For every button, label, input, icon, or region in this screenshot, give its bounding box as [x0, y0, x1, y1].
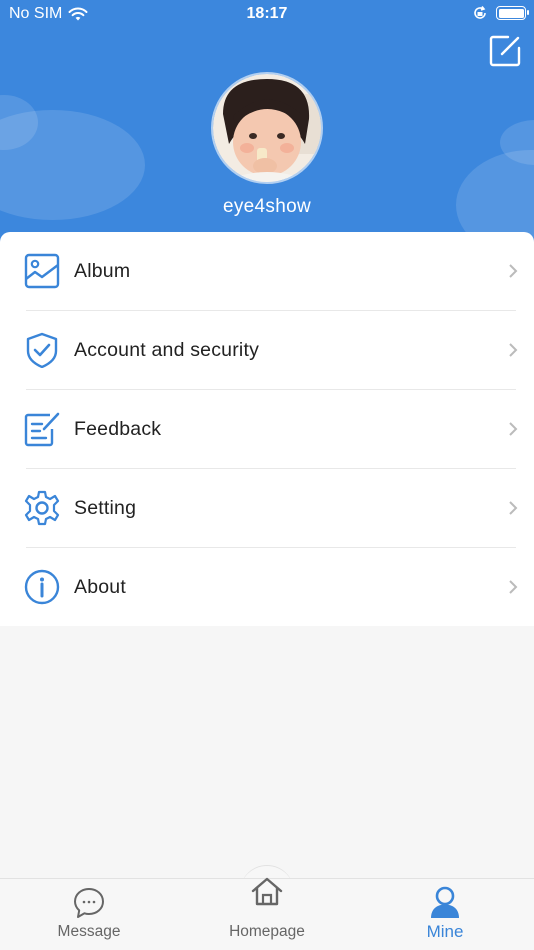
menu-item-label: About [74, 576, 126, 598]
tab-message[interactable]: Message [0, 879, 178, 950]
menu-item-album[interactable]: Album [0, 232, 534, 310]
menu-item-label: Setting [74, 497, 137, 519]
menu-item-label: Account and security [74, 339, 260, 361]
menu-item-account-security[interactable]: Account and security [0, 311, 534, 389]
chevron-right-icon [509, 501, 518, 515]
menu-list: Album Account and security Feedback Sett… [0, 232, 534, 626]
menu-item-label: Album [74, 260, 131, 282]
menu-item-setting[interactable]: Setting [0, 469, 534, 547]
shield-check-icon [26, 332, 58, 368]
edit-profile-icon[interactable] [488, 34, 522, 68]
tab-label: Message [57, 923, 121, 940]
tab-bar: Message Homepage Mine [0, 877, 534, 950]
album-icon [24, 253, 60, 289]
home-icon [251, 877, 283, 906]
chevron-right-icon [509, 580, 518, 594]
clock: 18:17 [246, 5, 288, 22]
person-icon [431, 886, 459, 918]
chat-bubble-icon [74, 888, 104, 918]
avatar[interactable] [211, 72, 323, 184]
menu-item-label: Feedback [74, 418, 162, 440]
battery-icon [496, 6, 529, 20]
menu-item-about[interactable]: About [0, 548, 534, 626]
feedback-icon [24, 412, 60, 447]
tab-mine[interactable]: Mine [356, 879, 534, 950]
username: eye4show [223, 196, 311, 217]
chevron-right-icon [509, 422, 518, 436]
tab-label: Mine [426, 922, 464, 941]
chevron-right-icon [509, 264, 518, 278]
status-bar: No SIM 18:17 [0, 0, 534, 28]
gear-icon [24, 490, 60, 526]
orientation-lock-icon [474, 6, 486, 19]
tab-homepage[interactable]: Homepage [178, 877, 356, 950]
menu-item-feedback[interactable]: Feedback [0, 390, 534, 468]
tab-label: Homepage [229, 923, 305, 940]
info-icon [24, 569, 60, 605]
chevron-right-icon [509, 343, 518, 357]
profile-header: No SIM 18:17 eye4show [0, 0, 534, 250]
